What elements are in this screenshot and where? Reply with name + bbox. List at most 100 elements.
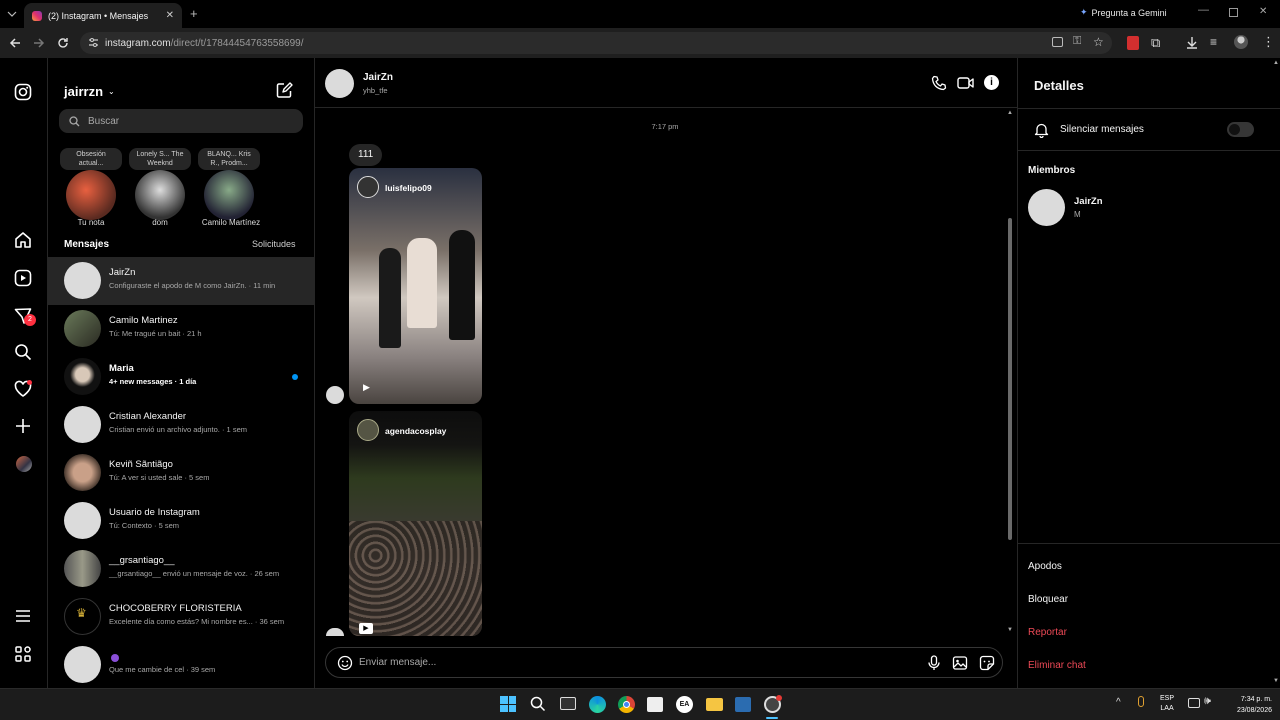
gemini-button[interactable]: ✦ Pregunta a Gemini — [1080, 7, 1167, 18]
phone-call-icon[interactable] — [931, 75, 947, 91]
avatar — [64, 358, 101, 395]
home-icon[interactable] — [14, 231, 34, 251]
conversation-item[interactable]: __grsantiago__ __grsantiago__ envió un m… — [48, 545, 314, 593]
video-call-icon[interactable] — [957, 76, 974, 90]
browser-menu-icon[interactable]: ⋮ — [1262, 34, 1275, 50]
conversation-item[interactable]: Maria 4+ new messages · 1 día — [48, 353, 314, 401]
conversation-item[interactable]: Camilo Martinez Tú: Me tragué un bait · … — [48, 305, 314, 353]
back-button[interactable] — [8, 36, 22, 50]
also-from-meta-icon[interactable] — [14, 645, 34, 665]
chevron-up-icon[interactable]: ^ — [1116, 697, 1121, 708]
crowd-scene — [349, 521, 482, 636]
recording-app-icon[interactable] — [764, 695, 782, 713]
notifications-heart-icon[interactable] — [14, 380, 34, 400]
close-window-button[interactable]: ✕ — [1259, 6, 1267, 17]
network-icon[interactable] — [1188, 698, 1200, 708]
address-bar[interactable]: instagram.com/direct/t/17844454763558699… — [80, 32, 1112, 54]
close-tab-icon[interactable]: ✕ — [166, 10, 174, 21]
site-info-icon[interactable] — [88, 37, 99, 48]
reels-icon[interactable] — [14, 269, 34, 289]
extensions-puzzle-icon[interactable]: ⧉ — [1151, 35, 1160, 51]
image-upload-icon[interactable] — [952, 655, 968, 671]
bookmark-star-icon[interactable]: ☆ — [1093, 35, 1104, 49]
post-author: luisfelipo09 — [385, 183, 432, 193]
thread-scrollbar[interactable]: ▲ ▼ — [1006, 110, 1014, 636]
conversation-item[interactable]: Que me cambie de cel · 39 sem — [48, 641, 314, 689]
thread-name[interactable]: JairZn — [363, 72, 393, 83]
microphone-icon[interactable] — [927, 655, 941, 671]
maximize-window-button[interactable] — [1229, 8, 1238, 17]
purple-circle-icon — [111, 654, 119, 662]
create-plus-icon[interactable] — [14, 417, 34, 437]
search-icon[interactable] — [530, 696, 546, 712]
mute-toggle[interactable] — [1227, 122, 1254, 137]
ea-app-icon[interactable]: EA — [676, 696, 693, 713]
browser-tab[interactable]: (2) Instagram • Mensajes ✕ — [24, 3, 182, 28]
details-panel: Detalles Silenciar mensajes Miembros Jai… — [1017, 58, 1280, 688]
shared-post-card[interactable]: agendacosplay ▶ — [349, 411, 482, 636]
tab-search-icon[interactable] — [6, 8, 18, 20]
delete-chat-button[interactable]: Eliminar chat — [1028, 660, 1086, 671]
requests-link[interactable]: Solicitudes — [252, 239, 296, 249]
shared-post-card[interactable]: luisfelipo09 — [349, 168, 482, 404]
chrome-browser-icon[interactable] — [618, 696, 635, 713]
minimize-window-button[interactable]: — — [1198, 4, 1209, 16]
conversation-item[interactable]: JairZn Configuraste el apodo de M como J… — [48, 257, 314, 305]
messages-icon[interactable]: 2 — [14, 307, 36, 327]
search-input[interactable]: Buscar — [59, 109, 303, 133]
person-figure — [379, 248, 401, 348]
search-placeholder: Buscar — [88, 115, 120, 127]
reload-button[interactable] — [56, 36, 70, 50]
language-indicator[interactable]: ESP LAA — [1160, 694, 1174, 714]
nicknames-button[interactable]: Apodos — [1028, 561, 1062, 572]
unread-indicator — [292, 374, 298, 380]
scroll-down-arrow[interactable]: ▼ — [1007, 627, 1013, 633]
media-control-icon[interactable]: ≡ — [1210, 35, 1217, 49]
conversation-item[interactable]: ♛ CHOCOBERRY FLORISTERIA Excelente día c… — [48, 593, 314, 641]
install-app-icon[interactable] — [1052, 37, 1063, 47]
conversation-name: Cristian Alexander — [109, 411, 187, 422]
block-button[interactable]: Bloquear — [1028, 594, 1068, 605]
scroll-up-arrow[interactable]: ▲ — [1007, 110, 1013, 116]
page-scrollbar-track[interactable]: ▲ ▼ — [1271, 58, 1280, 688]
thread-avatar[interactable] — [325, 69, 354, 98]
mail-app-icon[interactable] — [735, 697, 751, 712]
emoji-icon[interactable] — [337, 655, 353, 671]
search-icon[interactable] — [14, 343, 34, 363]
microphone-tray-icon[interactable] — [1138, 696, 1144, 707]
clock[interactable]: 7:34 p. m. 23/08/2026 — [1222, 694, 1272, 716]
profile-avatar-icon[interactable] — [1234, 35, 1248, 49]
profile-avatar-icon[interactable] — [16, 456, 32, 472]
conversation-item[interactable]: Usuario de Instagram Tú: Contexto · 5 se… — [48, 497, 314, 545]
volume-icon[interactable]: 🕪 — [1204, 695, 1211, 708]
more-menu-icon[interactable] — [14, 607, 34, 627]
conversation-item[interactable]: Keviñ Sãntiãgo Tú: A ver si usted sale ·… — [48, 449, 314, 497]
member-item[interactable]: JairZn M — [1018, 186, 1280, 230]
scroll-up-arrow[interactable]: ▲ — [1273, 60, 1279, 66]
pdf-extension-icon[interactable] — [1127, 36, 1139, 50]
scroll-down-arrow[interactable]: ▼ — [1273, 678, 1279, 684]
store-icon[interactable] — [647, 697, 663, 712]
info-icon[interactable]: i — [984, 75, 999, 90]
task-view-icon[interactable] — [560, 697, 576, 710]
password-key-icon[interactable]: ⚿ — [1073, 35, 1081, 48]
message-composer[interactable]: Enviar mensaje... — [325, 647, 1003, 678]
active-app-underline — [766, 717, 778, 719]
tab-title: (2) Instagram • Mensajes — [48, 10, 149, 21]
start-button[interactable] — [500, 696, 516, 712]
sticker-icon[interactable] — [979, 655, 995, 671]
scrollbar-thumb[interactable] — [1008, 218, 1012, 540]
reel-play-icon: ▶ — [363, 382, 370, 392]
file-explorer-icon[interactable] — [706, 698, 723, 711]
account-switcher[interactable]: jairrzn ⌄ — [64, 84, 115, 99]
forward-button[interactable] — [32, 36, 46, 50]
conversation-item[interactable]: Cristian Alexander Cristian envió un arc… — [48, 401, 314, 449]
new-message-icon[interactable] — [276, 82, 293, 99]
message-bubble[interactable]: 111 — [349, 144, 383, 166]
edge-browser-icon[interactable] — [589, 696, 606, 713]
conversation-name: Usuario de Instagram — [109, 507, 200, 518]
new-tab-button[interactable]: + — [190, 6, 198, 21]
report-button[interactable]: Reportar — [1028, 627, 1067, 638]
downloads-icon[interactable] — [1186, 36, 1198, 49]
instagram-logo-icon[interactable] — [14, 83, 34, 103]
